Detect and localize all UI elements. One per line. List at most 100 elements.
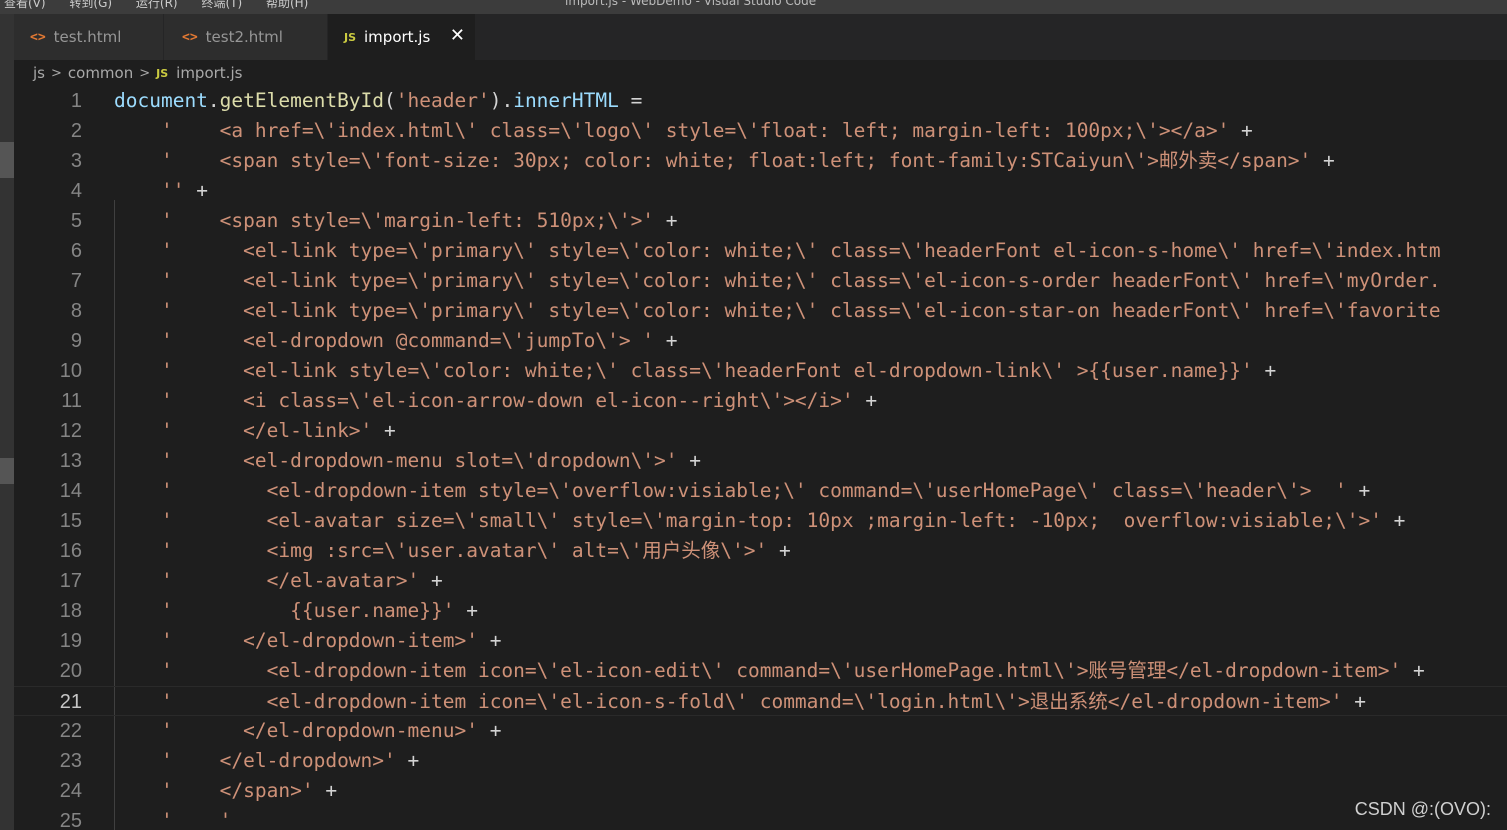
code-line[interactable]: 21 ' <el-dropdown-item icon=\'el-icon-s-… bbox=[14, 686, 1507, 716]
window-title: import.js - WebDemo - Visual Studio Code bbox=[565, 0, 817, 8]
menu-view[interactable]: 查看(V) bbox=[4, 0, 46, 10]
code-text: ' <i class=\'el-icon-arrow-down el-icon-… bbox=[160, 389, 878, 412]
code-text: ' <span style=\'font-size: 30px; color: … bbox=[160, 149, 1335, 172]
code-line[interactable]: 6 ' <el-link type=\'primary\' style=\'co… bbox=[14, 236, 1507, 266]
code-line[interactable]: 22 ' </el-dropdown-menu>' + bbox=[14, 716, 1507, 746]
code-line[interactable]: 24 ' </span>' + bbox=[14, 776, 1507, 806]
code-line[interactable]: 19 ' </el-dropdown-item>' + bbox=[14, 626, 1507, 656]
code-line[interactable]: 25 ' ' bbox=[14, 806, 1507, 830]
line-number: 19 bbox=[59, 630, 82, 652]
code-text: ' </el-link>' + bbox=[160, 419, 396, 442]
tab-label: test2.html bbox=[205, 28, 283, 46]
menu-terminal[interactable]: 终端(T) bbox=[201, 0, 242, 10]
tab-label: import.js bbox=[364, 28, 431, 46]
code-line[interactable]: 1 document.getElementById('header').inner… bbox=[14, 86, 1507, 116]
code-line[interactable]: 3 ' <span style=\'font-size: 30px; color… bbox=[14, 146, 1507, 176]
line-number: 13 bbox=[59, 450, 82, 472]
code-text: ' <el-dropdown-item icon=\'el-icon-s-fol… bbox=[160, 690, 1367, 713]
code-text: ' <el-link type=\'primary\' style=\'colo… bbox=[160, 239, 1441, 262]
activity-item[interactable] bbox=[0, 458, 14, 484]
tab-label: test.html bbox=[53, 28, 122, 46]
html-file-icon: <> bbox=[182, 29, 198, 45]
line-number: 1 bbox=[70, 90, 82, 112]
title-bar: 查看(V) 转到(G) 运行(R) 终端(T) 帮助(H) import.js … bbox=[0, 0, 1507, 14]
line-number: 18 bbox=[59, 600, 82, 622]
tab-bar: <> test.html <> test2.html JS import.js … bbox=[14, 14, 1507, 60]
menu-go[interactable]: 转到(G) bbox=[69, 0, 112, 10]
line-number: 3 bbox=[70, 150, 82, 172]
line-number: 8 bbox=[70, 300, 82, 322]
code-text: ' <el-dropdown-menu slot=\'dropdown\'>' … bbox=[160, 449, 702, 472]
code-text: ' <span style=\'margin-left: 510px;\'>' … bbox=[160, 209, 678, 232]
code-text: ' <el-link type=\'primary\' style=\'colo… bbox=[160, 269, 1441, 292]
line-number: 15 bbox=[59, 510, 82, 532]
code-text: ' ' bbox=[160, 809, 232, 830]
code-line[interactable]: 8 ' <el-link type=\'primary\' style=\'co… bbox=[14, 296, 1507, 326]
code-line[interactable]: 15 ' <el-avatar size=\'small\' style=\'m… bbox=[14, 506, 1507, 536]
code-text: document.getElementById('header').innerH… bbox=[114, 89, 643, 112]
code-line[interactable]: 9 ' <el-dropdown @command=\'jumpTo\'> ' … bbox=[14, 326, 1507, 356]
code-line[interactable]: 2 ' <a href=\'index.html\' class=\'logo\… bbox=[14, 116, 1507, 146]
code-line[interactable]: 23 ' </el-dropdown>' + bbox=[14, 746, 1507, 776]
code-line[interactable]: 5 ' <span style=\'margin-left: 510px;\'>… bbox=[14, 206, 1507, 236]
code-text: ' <el-dropdown-item style=\'overflow:vis… bbox=[160, 479, 1371, 502]
line-number: 20 bbox=[59, 660, 82, 682]
line-number: 25 bbox=[59, 810, 82, 830]
code-text: ' </el-dropdown-menu>' + bbox=[160, 719, 502, 742]
tab-test-html[interactable]: <> test.html bbox=[14, 14, 164, 60]
tab-test2-html[interactable]: <> test2.html bbox=[164, 14, 328, 60]
code-line[interactable]: 18 ' {{user.name}}' + bbox=[14, 596, 1507, 626]
code-text: ' </span>' + bbox=[160, 779, 338, 802]
line-number: 14 bbox=[59, 480, 82, 502]
line-number: 9 bbox=[70, 330, 82, 352]
code-line[interactable]: 16 ' <img :src=\'user.avatar\' alt=\'用户头… bbox=[14, 536, 1507, 566]
js-file-icon: JS bbox=[344, 30, 357, 44]
code-line[interactable]: 13 ' <el-dropdown-menu slot=\'dropdown\'… bbox=[14, 446, 1507, 476]
breadcrumb-item-file[interactable]: import.js bbox=[176, 64, 242, 82]
code-line[interactable]: 20 ' <el-dropdown-item icon=\'el-icon-ed… bbox=[14, 656, 1507, 686]
line-number: 5 bbox=[70, 210, 82, 232]
code-text: ' <el-avatar size=\'small\' style=\'marg… bbox=[160, 509, 1406, 532]
activity-bar bbox=[0, 14, 14, 830]
line-number: 23 bbox=[59, 750, 82, 772]
line-number: 12 bbox=[59, 420, 82, 442]
line-number: 22 bbox=[59, 720, 82, 742]
line-number: 10 bbox=[59, 360, 82, 382]
breadcrumb-item-common[interactable]: common bbox=[68, 64, 133, 82]
code-line[interactable]: 4 '' + bbox=[14, 176, 1507, 206]
code-line[interactable]: 14 ' <el-dropdown-item style=\'overflow:… bbox=[14, 476, 1507, 506]
line-number: 11 bbox=[61, 390, 82, 412]
close-icon[interactable]: ✕ bbox=[450, 25, 465, 46]
code-line[interactable]: 12 ' </el-link>' + bbox=[14, 416, 1507, 446]
line-number: 17 bbox=[59, 570, 82, 592]
js-file-icon: JS bbox=[156, 66, 169, 80]
line-number: 16 bbox=[59, 540, 82, 562]
code-text: ' <img :src=\'user.avatar\' alt=\'用户头像\'… bbox=[160, 539, 791, 562]
code-line[interactable]: 11 ' <i class=\'el-icon-arrow-down el-ic… bbox=[14, 386, 1507, 416]
activity-item[interactable] bbox=[0, 142, 14, 178]
menu-help[interactable]: 帮助(H) bbox=[266, 0, 308, 10]
chevron-right-icon: > bbox=[139, 65, 151, 81]
code-text: ' <a href=\'index.html\' class=\'logo\' … bbox=[160, 119, 1253, 142]
code-text: ' <el-link type=\'primary\' style=\'colo… bbox=[160, 299, 1441, 322]
chevron-right-icon: > bbox=[50, 65, 62, 81]
html-file-icon: <> bbox=[30, 29, 46, 45]
code-line[interactable]: 7 ' <el-link type=\'primary\' style=\'co… bbox=[14, 266, 1507, 296]
line-number: 24 bbox=[59, 780, 82, 802]
line-number: 6 bbox=[70, 240, 82, 262]
line-number: 2 bbox=[70, 120, 82, 142]
code-line[interactable]: 17 ' </el-avatar>' + bbox=[14, 566, 1507, 596]
code-text: ' <el-dropdown-item icon=\'el-icon-edit\… bbox=[160, 659, 1425, 682]
breadcrumb-item-js[interactable]: js bbox=[33, 64, 45, 82]
code-line[interactable]: 10 ' <el-link style=\'color: white;\' cl… bbox=[14, 356, 1507, 386]
breadcrumb: js > common > JS import.js bbox=[14, 60, 1507, 86]
code-editor[interactable]: 1 document.getElementById('header').inner… bbox=[14, 86, 1507, 830]
line-number: 4 bbox=[70, 180, 82, 202]
menu-run[interactable]: 运行(R) bbox=[136, 0, 178, 10]
line-number: 7 bbox=[70, 270, 82, 292]
code-text: ' </el-dropdown>' + bbox=[160, 749, 420, 772]
watermark: CSDN @:(OVO): bbox=[1354, 799, 1491, 819]
code-text: ' <el-link style=\'color: white;\' class… bbox=[160, 359, 1277, 382]
menu-bar: 查看(V) 转到(G) 运行(R) 终端(T) 帮助(H) bbox=[4, 0, 328, 11]
tab-import-js[interactable]: JS import.js ✕ bbox=[328, 14, 476, 60]
